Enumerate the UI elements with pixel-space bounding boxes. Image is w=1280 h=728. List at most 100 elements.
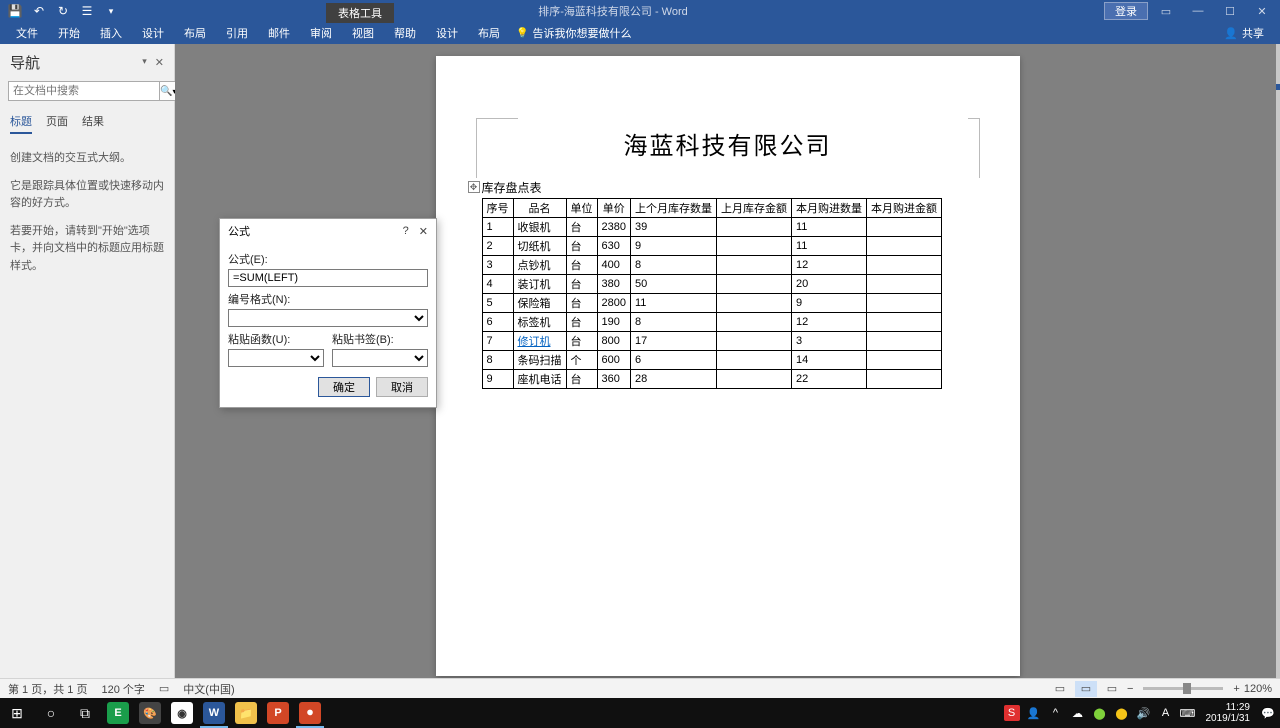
maximize-icon[interactable]: ☐ xyxy=(1216,1,1244,21)
table-cell[interactable] xyxy=(716,370,791,389)
zoom-slider[interactable] xyxy=(1143,687,1223,690)
table-cell[interactable]: 800 xyxy=(597,332,630,351)
taskbar-app-word[interactable]: W xyxy=(198,698,230,728)
tab-table-design[interactable]: 设计 xyxy=(426,22,468,44)
table-cell[interactable]: 标签机 xyxy=(513,313,566,332)
table-cell[interactable] xyxy=(716,351,791,370)
save-icon[interactable]: 💾 xyxy=(8,4,22,18)
close-icon[interactable]: ✕ xyxy=(1248,1,1276,21)
vertical-scrollbar[interactable] xyxy=(1276,44,1280,678)
table-cell[interactable]: 3 xyxy=(482,256,513,275)
zoom-level[interactable]: 120% xyxy=(1244,683,1272,695)
paste-function-combo[interactable] xyxy=(228,349,324,367)
table-cell[interactable]: 4 xyxy=(482,275,513,294)
table-cell[interactable]: 8 xyxy=(630,256,716,275)
table-cell[interactable] xyxy=(866,332,941,351)
tab-mailings[interactable]: 邮件 xyxy=(258,22,300,44)
status-words[interactable]: 120 个字 xyxy=(101,681,144,697)
table-cell[interactable]: 条码扫描 xyxy=(513,351,566,370)
nav-dropdown-icon[interactable]: ▾ xyxy=(142,56,147,69)
table-cell[interactable] xyxy=(716,294,791,313)
cancel-button[interactable]: 取消 xyxy=(376,377,428,397)
table-cell[interactable]: 11 xyxy=(791,218,866,237)
tab-view[interactable]: 视图 xyxy=(342,22,384,44)
tray-keyboard-icon[interactable]: ⌨ xyxy=(1180,705,1196,721)
table-row[interactable]: 9座机电话台3602822 xyxy=(482,370,941,389)
tab-insert[interactable]: 插入 xyxy=(90,22,132,44)
table-cell[interactable] xyxy=(716,275,791,294)
view-print-icon[interactable]: ▭ xyxy=(1075,681,1097,697)
table-cell[interactable] xyxy=(866,256,941,275)
table-cell[interactable]: 8 xyxy=(482,351,513,370)
table-cell[interactable]: 20 xyxy=(791,275,866,294)
table-cell[interactable]: 台 xyxy=(566,275,597,294)
tab-layout[interactable]: 布局 xyxy=(174,22,216,44)
undo-icon[interactable]: ↶ xyxy=(32,4,46,18)
taskbar-app-folder[interactable]: 📁 xyxy=(230,698,262,728)
table-row[interactable]: 1收银机台23803911 xyxy=(482,218,941,237)
table-cell[interactable]: 12 xyxy=(791,256,866,275)
taskbar-app-paint[interactable]: 🎨 xyxy=(134,698,166,728)
table-cell[interactable]: 400 xyxy=(597,256,630,275)
table-cell[interactable] xyxy=(866,351,941,370)
tab-review[interactable]: 审阅 xyxy=(300,22,342,44)
table-cell[interactable]: 装订机 xyxy=(513,275,566,294)
table-cell[interactable]: 8 xyxy=(630,313,716,332)
table-cell[interactable]: 修订机 xyxy=(513,332,566,351)
ok-button[interactable]: 确定 xyxy=(318,377,370,397)
table-cell[interactable]: 切纸机 xyxy=(513,237,566,256)
table-anchor-icon[interactable]: ✥ xyxy=(468,181,480,193)
table-cell[interactable]: 22 xyxy=(791,370,866,389)
table-cell[interactable]: 360 xyxy=(597,370,630,389)
table-cell[interactable]: 9 xyxy=(630,237,716,256)
tab-home[interactable]: 开始 xyxy=(48,22,90,44)
start-button[interactable]: ⊞ xyxy=(0,698,34,728)
table-cell[interactable]: 9 xyxy=(482,370,513,389)
table-cell[interactable]: 11 xyxy=(791,237,866,256)
dialog-help-icon[interactable]: ? xyxy=(403,225,409,238)
tab-references[interactable]: 引用 xyxy=(216,22,258,44)
table-cell[interactable]: 2 xyxy=(482,237,513,256)
tray-shield-icon[interactable]: ⬤ xyxy=(1092,705,1108,721)
number-format-combo[interactable] xyxy=(228,309,428,327)
table-cell[interactable]: 9 xyxy=(791,294,866,313)
table-cell[interactable]: 7 xyxy=(482,332,513,351)
tell-me-search[interactable]: 💡 告诉我你想要做什么 xyxy=(510,25,637,41)
table-cell[interactable]: 17 xyxy=(630,332,716,351)
login-button[interactable]: 登录 xyxy=(1104,2,1148,20)
table-cell[interactable]: 台 xyxy=(566,332,597,351)
touch-mode-icon[interactable]: ☰ xyxy=(80,4,94,18)
table-cell[interactable]: 台 xyxy=(566,237,597,256)
table-cell[interactable] xyxy=(716,218,791,237)
table-cell[interactable] xyxy=(716,237,791,256)
table-cell[interactable]: 380 xyxy=(597,275,630,294)
view-read-icon[interactable]: ▭ xyxy=(1049,681,1071,697)
inventory-table[interactable]: 序号 品名 单位 单价 上个月库存数量 上月库存金额 本月购进数量 本月购进金额… xyxy=(482,198,942,389)
taskbar-app-recorder[interactable]: ⏺ xyxy=(294,698,326,728)
table-cell[interactable]: 39 xyxy=(630,218,716,237)
status-page[interactable]: 第 1 页，共 1 页 xyxy=(8,681,87,697)
taskbar-clock[interactable]: 11:29 2019/1/31 xyxy=(1202,702,1255,724)
table-cell[interactable]: 台 xyxy=(566,256,597,275)
tray-people-icon[interactable]: 👤 xyxy=(1026,705,1042,721)
table-cell[interactable] xyxy=(866,237,941,256)
minimize-icon[interactable]: — xyxy=(1184,1,1212,21)
table-row[interactable]: 6标签机台190812 xyxy=(482,313,941,332)
table-cell[interactable]: 12 xyxy=(791,313,866,332)
status-language[interactable]: 中文(中国) xyxy=(183,681,234,697)
formula-input[interactable] xyxy=(228,269,428,287)
table-cell[interactable] xyxy=(866,370,941,389)
table-cell[interactable]: 台 xyxy=(566,313,597,332)
table-cell[interactable]: 台 xyxy=(566,294,597,313)
view-web-icon[interactable]: ▭ xyxy=(1101,681,1123,697)
nav-tab-headings[interactable]: 标题 xyxy=(10,113,32,134)
tray-up-icon[interactable]: ^ xyxy=(1048,705,1064,721)
share-button[interactable]: 👤 共享 xyxy=(1214,25,1274,41)
table-cell[interactable] xyxy=(716,332,791,351)
table-row[interactable]: 4装订机台3805020 xyxy=(482,275,941,294)
table-cell[interactable] xyxy=(866,294,941,313)
table-cell[interactable] xyxy=(866,218,941,237)
tab-file[interactable]: 文件 xyxy=(6,22,48,44)
tab-table-layout[interactable]: 布局 xyxy=(468,22,510,44)
table-cell[interactable]: 2380 xyxy=(597,218,630,237)
